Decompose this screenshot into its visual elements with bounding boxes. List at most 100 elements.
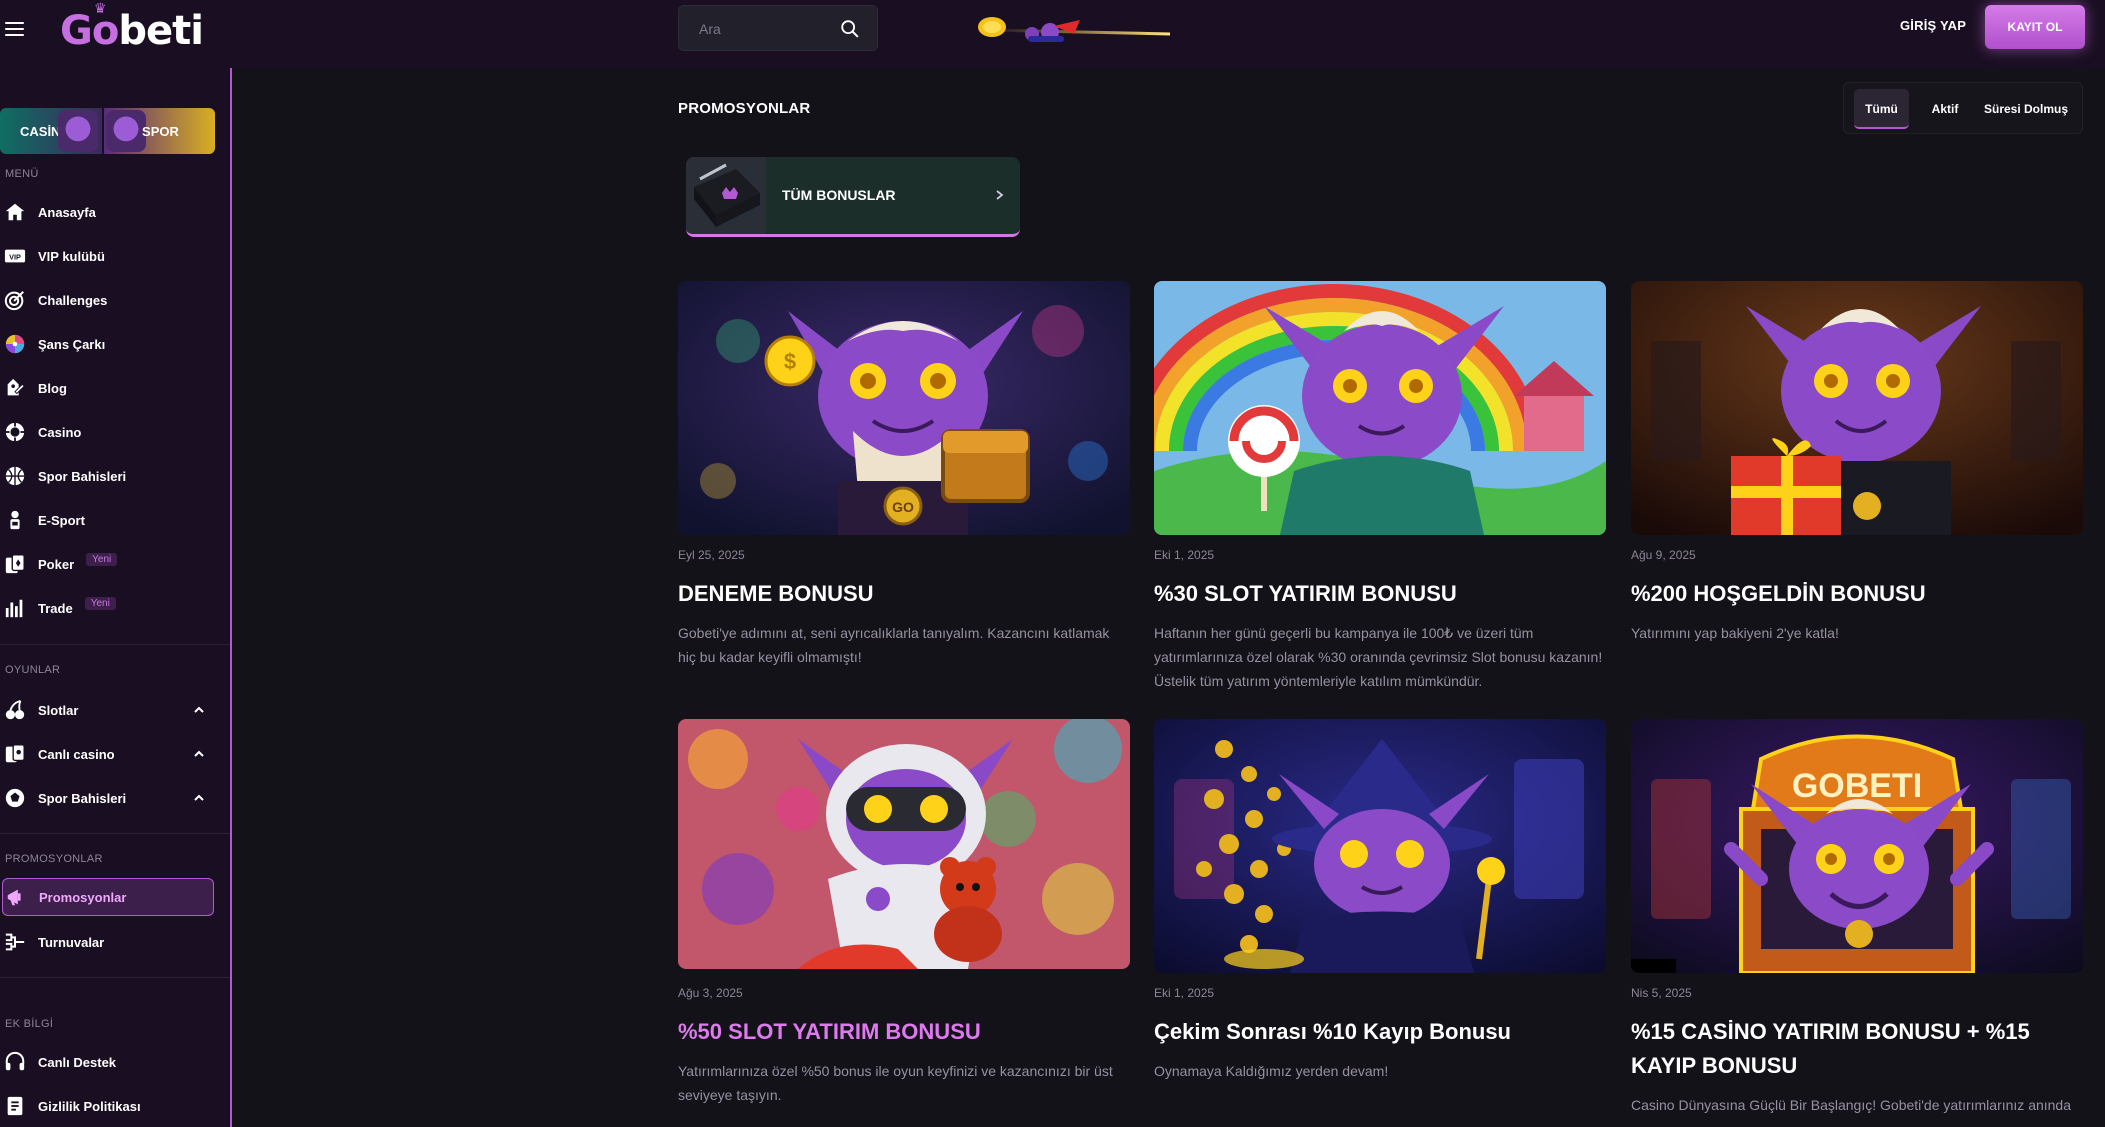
promo-description: Haftanın her günü geçerli bu kampanya il… — [1154, 625, 1603, 689]
sidebar-item-label: Poker — [38, 556, 75, 572]
promo-card[interactable]: GO $ Eyl 25, 2025 DENEME BONUSU Gobeti'y… — [678, 281, 1130, 681]
sidebar-item-label: Slotlar — [38, 702, 79, 718]
promo-image-deneme[interactable]: GO $ — [678, 281, 1130, 535]
sidebar-item-slotlar[interactable]: Slotlar — [4, 691, 214, 729]
sidebar-item-label: Trade — [38, 600, 73, 616]
sidebar-item-label: Şans Çarkı — [38, 336, 106, 352]
svg-text:VIP: VIP — [9, 253, 21, 262]
cards-icon — [5, 554, 25, 574]
promo-date: Nis 5, 2025 — [1631, 986, 1692, 1000]
promo-card[interactable]: Eki 1, 2025 %30 SLOT YATIRIM BONUSU Haft… — [1154, 281, 1606, 701]
promo-image-casino15[interactable]: GOBETI — [1631, 719, 2083, 973]
sidebar-item-canli-destek[interactable]: Canlı Destek — [4, 1043, 214, 1081]
sidebar-item-label: VIP kulübü — [38, 248, 105, 264]
sidebar-item-sans-carki[interactable]: Şans Çarkı — [4, 325, 214, 363]
new-badge: Yeni — [84, 596, 116, 610]
quick-spor-label: SPOR — [142, 124, 179, 139]
menu-icon[interactable] — [5, 21, 24, 37]
all-bonuses-button[interactable]: TÜM BONUSLAR — [686, 157, 1020, 237]
search-input[interactable] — [699, 18, 829, 40]
search-box — [678, 5, 878, 51]
brand-logo[interactable]: Go ♛ beti — [60, 1, 204, 54]
blog-icon — [7, 378, 25, 396]
mascot-icon — [58, 110, 98, 152]
sidebar-item-casino[interactable]: Casino — [4, 413, 214, 451]
sidebar-item-spor-bahisleri-games[interactable]: Spor Bahisleri — [4, 779, 214, 817]
sidebar-item-gizlilik[interactable]: Gizlilik Politikası — [4, 1087, 214, 1125]
sidebar: CASİNO SPOR MENÜ Anasayfa VIP VIP kulübü… — [0, 68, 232, 1127]
search-icon[interactable] — [839, 18, 861, 40]
promo-image-slot50[interactable] — [678, 719, 1130, 969]
headset-icon — [5, 1051, 25, 1071]
promo-title[interactable]: %15 CASİNO YATIRIM BONUSU + %15 KAYIP BO… — [1631, 1015, 2083, 1083]
promo-date: Ağu 3, 2025 — [678, 986, 743, 1000]
home-icon — [5, 203, 25, 221]
divider — [0, 977, 230, 978]
register-button[interactable]: KAYIT OL — [1985, 5, 2085, 49]
chevron-right-icon — [996, 190, 1004, 200]
vip-icon: VIP — [4, 249, 26, 263]
section-title-games: OYUNLAR — [5, 664, 61, 676]
section-title-promotions: PROMOSYONLAR — [5, 853, 103, 865]
sidebar-item-label: Turnuvalar — [38, 934, 105, 950]
quick-casino-button[interactable]: CASİNO — [0, 108, 103, 154]
promo-card[interactable]: Ağu 3, 2025 %50 SLOT YATIRIM BONUSU Yatı… — [678, 719, 1130, 1119]
sidebar-item-blog[interactable]: Blog — [4, 369, 214, 407]
quick-links: CASİNO SPOR — [0, 108, 215, 154]
promo-description: Oynamaya Kaldığımız yerden devam! — [1154, 1063, 1389, 1079]
sidebar-item-promosyonlar[interactable]: Promosyonlar — [2, 878, 214, 916]
promo-image-slot30[interactable] — [1154, 281, 1606, 535]
promo-date: Eki 1, 2025 — [1154, 986, 1215, 1000]
sidebar-item-label: Casino — [38, 424, 82, 440]
mascot-icon — [106, 110, 147, 152]
sidebar-item-label: Spor Bahisleri — [38, 790, 127, 806]
medallion-text: GO — [892, 499, 914, 515]
sidebar-item-label: Blog — [38, 380, 67, 396]
chevron-up-icon[interactable] — [192, 747, 206, 761]
sidebar-item-trade[interactable]: Trade Yeni — [4, 589, 214, 627]
chevron-up-icon[interactable] — [192, 791, 206, 805]
section-title-menu: MENÜ — [5, 168, 39, 180]
promo-image-kayip[interactable] — [1154, 719, 1606, 973]
sidebar-item-vip[interactable]: VIP VIP kulübü — [4, 237, 214, 275]
tab-expired[interactable]: Süresi Dolmuş — [1976, 89, 2076, 129]
sidebar-item-canli-casino[interactable]: Canlı casino — [4, 735, 214, 773]
promo-title[interactable]: %50 SLOT YATIRIM BONUSU — [678, 1015, 1130, 1049]
promo-title[interactable]: DENEME BONUSU — [678, 577, 1130, 611]
casino-chip-icon — [4, 421, 26, 443]
sidebar-item-anasayfa[interactable]: Anasayfa — [4, 193, 214, 231]
promo-description: Yatırımlarınıza özel %50 bonus ile oyun … — [678, 1063, 1113, 1103]
sidebar-item-challenges[interactable]: Challenges — [4, 281, 214, 319]
sidebar-item-label: Challenges — [38, 292, 108, 308]
promo-image-hosgeldin[interactable] — [1631, 281, 2083, 535]
sidebar-item-label: E-Sport — [38, 512, 85, 528]
promo-description: Casino Dünyasına Güçlü Bir Başlangıç! Go… — [1631, 1097, 2072, 1113]
flying-mascot-banner[interactable] — [970, 8, 1170, 50]
filter-tabs: Tümü Aktif Süresi Dolmuş — [1843, 82, 2083, 134]
quick-spor-button[interactable]: SPOR — [104, 108, 215, 154]
crown-icon: ♛ — [93, 1, 107, 17]
promo-card[interactable]: Ağu 9, 2025 %200 HOŞGELDİN BONUSU Yatırı… — [1631, 281, 2083, 681]
sidebar-item-spor-bahisleri[interactable]: Spor Bahisleri — [4, 457, 214, 495]
promo-card[interactable]: GOBETI Nis 5, 2025 %15 CASİNO YATIRIM BO… — [1631, 719, 2083, 1127]
login-button[interactable]: GİRİŞ YAP — [1900, 18, 1966, 33]
sidebar-item-poker[interactable]: Poker Yeni — [4, 545, 214, 583]
esport-icon — [10, 510, 20, 530]
promo-date: Eyl 25, 2025 — [678, 548, 745, 562]
new-badge: Yeni — [86, 552, 118, 566]
tab-all[interactable]: Tümü — [1854, 89, 1909, 129]
sidebar-item-label: Gizlilik Politikası — [38, 1098, 141, 1114]
sidebar-item-e-sport[interactable]: E-Sport — [4, 501, 214, 539]
chevron-up-icon[interactable] — [192, 703, 206, 717]
promo-title[interactable]: %200 HOŞGELDİN BONUSU — [1631, 577, 2083, 611]
sidebar-item-label: Canlı casino — [38, 746, 115, 762]
page-title: PROMOSYONLAR — [678, 100, 811, 117]
sidebar-item-turnuvalar[interactable]: Turnuvalar — [4, 923, 214, 961]
top-header: Go♛beti GİRİŞ YAP KAYIT OL — [0, 0, 2105, 68]
promo-title[interactable]: Çekim Sonrası %10 Kayıp Bonusu — [1154, 1015, 1606, 1049]
promo-title[interactable]: %30 SLOT YATIRIM BONUSU — [1154, 577, 1606, 611]
promo-card[interactable]: Eki 1, 2025 Çekim Sonrası %10 Kayıp Bonu… — [1154, 719, 1606, 1119]
live-casino-icon — [5, 744, 25, 763]
wheel-icon — [5, 334, 25, 354]
tab-active[interactable]: Aktif — [1920, 89, 1970, 129]
